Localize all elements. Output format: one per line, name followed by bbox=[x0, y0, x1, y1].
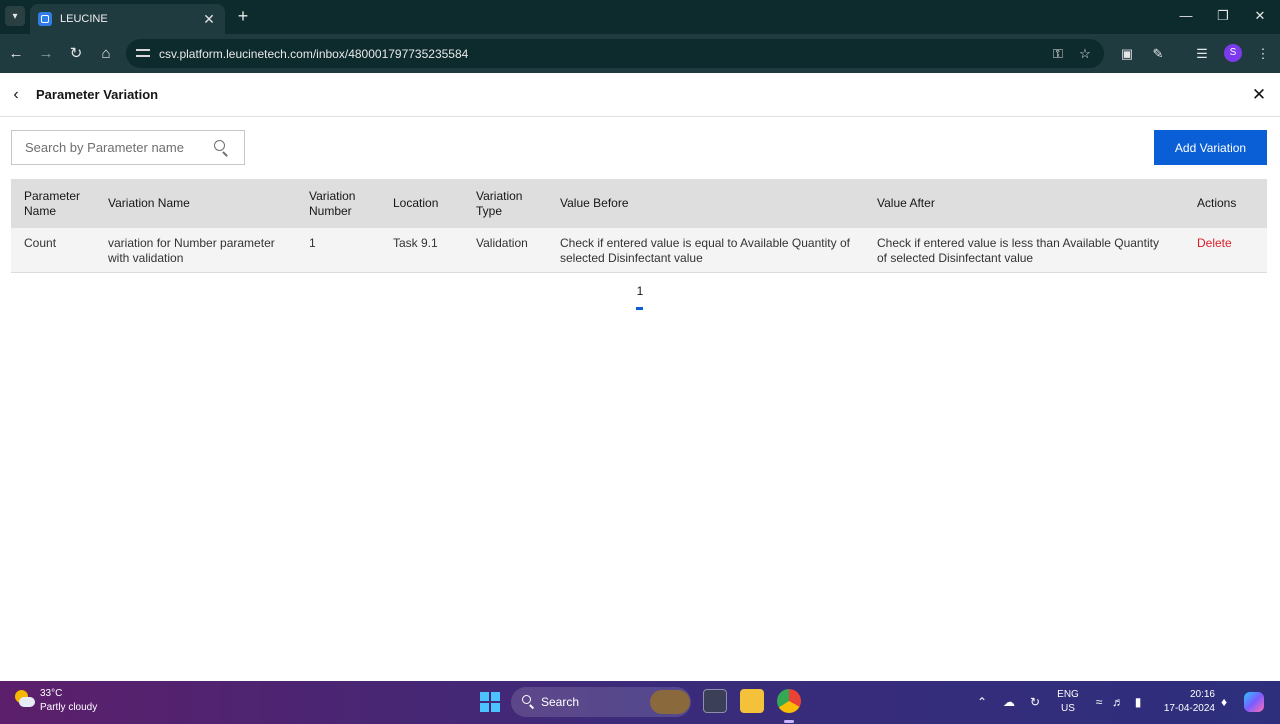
weather-description[interactable]: Partly cloudy bbox=[40, 702, 97, 713]
close-icon[interactable]: ✕ bbox=[1250, 85, 1268, 105]
search-input[interactable] bbox=[12, 131, 207, 164]
cell-variation-name: variation for Number parameter with vali… bbox=[95, 228, 296, 273]
browser-tab-bar: ▾ LEUCINE ✕ + — ❐ ✕ bbox=[0, 0, 1280, 34]
cell-value-after: Check if entered value is less than Avai… bbox=[864, 228, 1184, 273]
region-code: US bbox=[1061, 703, 1075, 714]
maximize-icon[interactable]: ❐ bbox=[1213, 8, 1233, 24]
search-icon[interactable] bbox=[214, 140, 230, 157]
column-header-variation-type: Variation Type bbox=[463, 179, 547, 228]
table-header-row: Parameter Name Variation Name Variation … bbox=[11, 179, 1267, 228]
column-header-parameter-name: Parameter Name bbox=[11, 179, 95, 228]
cell-value-before: Check if entered value is equal to Avail… bbox=[547, 228, 864, 273]
pagination-page-1[interactable]: 1 bbox=[630, 284, 650, 298]
password-key-icon[interactable]: ⚿ bbox=[1048, 44, 1068, 64]
task-view-icon[interactable] bbox=[703, 689, 727, 713]
browser-tab[interactable]: LEUCINE ✕ bbox=[30, 4, 225, 34]
camera-icon[interactable]: ▣ bbox=[1117, 44, 1137, 64]
address-bar[interactable]: csv.platform.leucinetech.com/inbox/48000… bbox=[126, 39, 1104, 68]
taskbar-search[interactable]: Search bbox=[511, 687, 691, 717]
windows-start-icon[interactable] bbox=[480, 692, 500, 712]
back-chevron-icon[interactable]: ‹ bbox=[8, 85, 24, 105]
language-code: ENG bbox=[1057, 689, 1079, 700]
browser-toolbar: ← → ↻ ⌂ csv.platform.leucinetech.com/inb… bbox=[0, 34, 1280, 73]
bookmark-star-icon[interactable]: ☆ bbox=[1075, 44, 1095, 64]
clock-time: 20:16 bbox=[1189, 689, 1215, 700]
window-close-icon[interactable]: ✕ bbox=[1250, 8, 1270, 24]
column-header-value-before: Value Before bbox=[547, 179, 864, 228]
cell-variation-type: Validation bbox=[463, 228, 547, 273]
copilot-icon[interactable] bbox=[1244, 692, 1264, 712]
media-controls-icon[interactable]: ☰ bbox=[1192, 44, 1212, 64]
delete-link[interactable]: Delete bbox=[1184, 228, 1267, 273]
browser-menu-icon[interactable]: ⋮ bbox=[1253, 44, 1273, 64]
notification-bell-icon[interactable]: ♦ bbox=[1216, 694, 1232, 710]
reload-icon[interactable]: ↻ bbox=[66, 44, 86, 64]
clock-date: 17-04-2024 bbox=[1163, 703, 1215, 714]
onedrive-cloud-icon[interactable]: ☁ bbox=[1001, 694, 1017, 710]
wifi-icon[interactable]: ≈ bbox=[1091, 694, 1107, 710]
cell-variation-number: 1 bbox=[296, 228, 380, 273]
chrome-icon[interactable] bbox=[777, 689, 801, 713]
show-hidden-icons-chevron-icon[interactable]: ⌃ bbox=[974, 694, 990, 710]
address-url[interactable]: csv.platform.leucinetech.com/inbox/48000… bbox=[159, 47, 468, 61]
page-header: ‹ Parameter Variation ✕ bbox=[0, 73, 1280, 117]
column-header-variation-number: Variation Number bbox=[296, 179, 380, 228]
pagination-active-indicator bbox=[636, 307, 643, 310]
profile-avatar[interactable]: S bbox=[1224, 44, 1242, 62]
tab-close-icon[interactable]: ✕ bbox=[201, 11, 217, 28]
add-variation-button[interactable]: Add Variation bbox=[1154, 130, 1267, 165]
volume-icon[interactable]: ♬ bbox=[1110, 694, 1126, 710]
column-header-actions: Actions bbox=[1184, 179, 1267, 228]
page-title: Parameter Variation bbox=[36, 87, 159, 102]
home-icon[interactable]: ⌂ bbox=[96, 44, 116, 64]
partly-cloudy-icon[interactable] bbox=[14, 689, 36, 711]
extensions-icon[interactable]: ✎ bbox=[1148, 44, 1168, 64]
taskbar-search-label: Search bbox=[541, 695, 580, 709]
variations-table: Parameter Name Variation Name Variation … bbox=[11, 179, 1267, 273]
battery-icon[interactable]: ▮ bbox=[1130, 694, 1146, 710]
search-highlight-icon bbox=[650, 690, 690, 714]
system-clock[interactable]: 20:16 17-04-2024 bbox=[1155, 688, 1215, 716]
cell-parameter-name: Count bbox=[11, 228, 95, 273]
minimize-icon[interactable]: — bbox=[1176, 8, 1196, 23]
leucine-favicon-icon bbox=[38, 12, 52, 26]
cell-location: Task 9.1 bbox=[380, 228, 463, 273]
column-header-variation-name: Variation Name bbox=[95, 179, 296, 228]
taskbar-search-icon bbox=[522, 695, 535, 709]
file-explorer-icon[interactable] bbox=[740, 689, 764, 713]
column-header-value-after: Value After bbox=[864, 179, 1184, 228]
tab-search-icon[interactable]: ▾ bbox=[5, 6, 25, 26]
forward-arrow-icon[interactable]: → bbox=[36, 44, 56, 64]
weather-temperature[interactable]: 33°C bbox=[40, 688, 62, 699]
search-box[interactable] bbox=[11, 130, 245, 165]
back-arrow-icon[interactable]: ← bbox=[6, 44, 26, 64]
site-info-icon[interactable] bbox=[136, 46, 150, 60]
taskbar: 33°C Partly cloudy Search ⌃ ☁ ↻ ENG US ≈… bbox=[0, 681, 1280, 724]
column-header-location: Location bbox=[380, 179, 463, 228]
chrome-active-indicator bbox=[784, 720, 794, 723]
tab-title: LEUCINE bbox=[60, 13, 108, 25]
language-indicator[interactable]: ENG US bbox=[1056, 688, 1080, 716]
new-tab-icon[interactable]: + bbox=[233, 6, 253, 26]
sync-icon[interactable]: ↻ bbox=[1027, 694, 1043, 710]
table-row: Count variation for Number parameter wit… bbox=[11, 228, 1267, 273]
